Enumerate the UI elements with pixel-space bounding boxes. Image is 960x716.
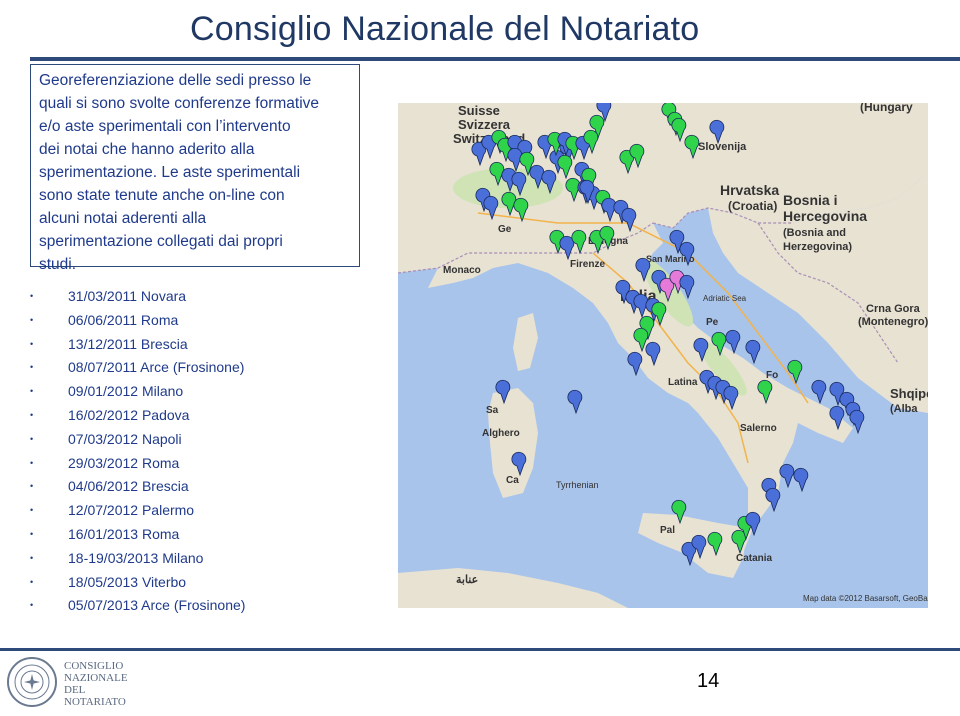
bullet-icon: •	[30, 457, 34, 468]
label-tyrrhenian: Tyrrhenian	[556, 480, 599, 490]
footer-divider	[0, 648, 960, 651]
event-item: • 18/05/2013 Viterbo	[30, 571, 370, 595]
label-salerno: Salerno	[740, 423, 777, 434]
label-firenze: Firenze	[570, 259, 605, 270]
event-item: • 16/01/2013 Roma	[30, 523, 370, 547]
bullet-icon: •	[30, 338, 34, 349]
label-croatia: Hrvatska	[720, 182, 779, 198]
description-line: dei notai che hanno aderito alla	[39, 141, 255, 158]
label-switzerland: Svizzera	[458, 117, 511, 132]
events-list: • 31/03/2011 Novara • 06/06/2011 Roma • 13/…	[30, 285, 370, 618]
label-bosnia: Hercegovina	[783, 208, 867, 224]
label-cagliari: Ca	[506, 475, 519, 486]
event-item: • 09/01/2012 Milano	[30, 380, 370, 404]
org-name-line: DEL	[64, 684, 86, 696]
bullet-icon: •	[30, 291, 34, 301]
label-bosnia: Bosnia i	[783, 192, 837, 208]
label-pescara: Pe	[706, 317, 719, 328]
header-divider	[30, 57, 960, 61]
org-name-line: NOTARIATO	[64, 696, 126, 708]
event-item: • 05/07/2013 Arce (Frosinone)	[30, 594, 370, 618]
label-hungary: (Hungary	[860, 103, 913, 114]
label-alghero: Alghero	[482, 428, 520, 439]
org-name-line: CONSIGLIO	[64, 660, 124, 672]
event-item: • 04/06/2012 Brescia	[30, 475, 370, 499]
label-croatia: (Croatia)	[728, 199, 777, 213]
label-adriatic: Adriatic Sea	[703, 294, 747, 303]
org-name-line: NAZIONALE	[64, 672, 128, 684]
description-line: sono state tenute anche on-line con	[39, 187, 285, 204]
event-item: • 07/03/2012 Napoli	[30, 428, 370, 452]
label-albania: Shqipe	[890, 386, 928, 401]
label-sassari: Sa	[486, 405, 499, 416]
label-genova: Ge	[498, 224, 512, 235]
description-line: quali si sono svolte conferenze formativ…	[39, 95, 320, 112]
notariato-seal-logo	[7, 657, 57, 707]
bullet-icon: •	[30, 409, 34, 420]
bullet-icon: •	[30, 433, 34, 444]
page-number: 14	[697, 670, 720, 692]
label-slovenia: Slovenija	[698, 141, 747, 153]
event-item: • 16/02/2012 Padova	[30, 404, 370, 428]
bullet-icon: •	[30, 314, 34, 325]
label-albania: (Alba	[890, 403, 918, 415]
page-title: Consiglio Nazionale del Notariato	[190, 10, 700, 48]
italy-map: Suisse Svizzera Switzerland Slovenija (H…	[398, 103, 928, 608]
label-switzerland: Suisse	[458, 103, 500, 118]
bullet-icon: •	[30, 481, 34, 492]
event-item: • 18-19/03/2013 Milano	[30, 547, 370, 571]
description-line: sperimentazione collegati dai propri	[39, 233, 283, 250]
event-item: • 29/03/2012 Roma	[30, 452, 370, 476]
label-montenegro: Crna Gora	[866, 303, 921, 315]
event-item: • 12/07/2012 Palermo	[30, 499, 370, 523]
label-montenegro: (Montenegro)	[858, 316, 928, 328]
description-box: Georeferenziazione delle sedi presso le …	[30, 64, 360, 273]
bullet-icon: •	[30, 576, 34, 587]
event-item: • 08/07/2011 Arce (Frosinone)	[30, 356, 370, 380]
label-tunisia: عنابة	[456, 574, 478, 586]
org-name: CONSIGLIO NAZIONALE DEL NOTARIATO	[64, 660, 154, 708]
description-line: alcuni notai aderenti alla	[39, 210, 207, 227]
label-bosnia: (Bosnia and	[783, 227, 846, 239]
label-monaco: Monaco	[443, 265, 481, 276]
label-latina: Latina	[668, 377, 698, 388]
bullet-icon: •	[30, 386, 34, 397]
bullet-icon: •	[30, 362, 34, 373]
bullet-icon: •	[30, 552, 34, 563]
bullet-icon: •	[30, 528, 34, 539]
label-bosnia: Herzegovina)	[783, 241, 852, 253]
label-catania: Catania	[736, 553, 773, 564]
description-line: Georeferenziazione delle sedi presso le	[39, 72, 312, 89]
bullet-icon: •	[30, 505, 34, 516]
event-item: • 31/03/2011 Novara	[30, 285, 370, 309]
event-item: • 13/12/2011 Brescia	[30, 333, 370, 357]
description-line: studi.	[39, 256, 77, 273]
map-attribution: Map data ©2012 Basarsoft, GeoBa	[803, 594, 928, 603]
event-item: • 06/06/2011 Roma	[30, 309, 370, 333]
bullet-icon: •	[30, 600, 34, 611]
description-line: e/o aste sperimentali con l’intervento	[39, 118, 291, 135]
label-palermo: Pal	[660, 525, 675, 536]
description-line: sperimentazione. Le aste sperimentali	[39, 164, 301, 181]
label-foggia: Fo	[766, 370, 778, 381]
